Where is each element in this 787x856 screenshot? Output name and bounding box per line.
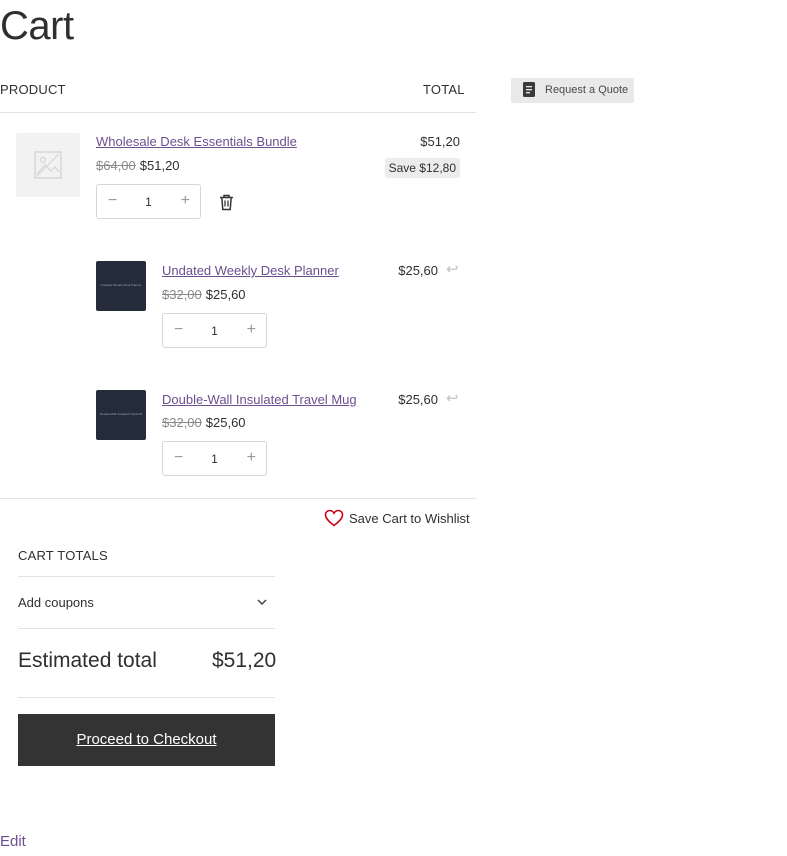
cart-item-bundle: Wholesale Desk Essentials Bundle $64,00 $…	[0, 113, 476, 231]
page-title: Cart	[0, 4, 74, 48]
sale-price: $25,60	[205, 415, 246, 430]
estimated-total-value: $51,20	[212, 649, 277, 672]
coupons-divider	[18, 628, 275, 629]
total-column-header: TOTAL	[423, 82, 465, 97]
cart-item-planner: Undated Weekly Desk Planner Undated Week…	[0, 250, 476, 360]
product-image-caption: Double-Wall Insulated Travel Mug	[100, 412, 142, 416]
request-quote-label: Request a Quote	[545, 84, 629, 96]
request-quote-button[interactable]: Request a Quote	[511, 78, 634, 103]
product-image[interactable]: Undated Weekly Desk Planner	[96, 261, 146, 311]
increase-quantity-button[interactable]: +	[247, 321, 256, 339]
sale-price: $51,20	[139, 158, 180, 173]
product-link[interactable]: Undated Weekly Desk Planner	[162, 263, 339, 278]
product-price: $64,00 $51,20	[96, 158, 180, 173]
quantity-stepper: − 1 +	[96, 184, 201, 219]
product-price: $32,00 $25,60	[162, 415, 246, 430]
line-total: $25,60	[398, 392, 438, 407]
product-image-caption: Undated Weekly Desk Planner	[100, 283, 142, 287]
line-total: $25,60	[398, 263, 438, 278]
line-total: $51,20	[420, 134, 460, 149]
totals-divider	[18, 576, 275, 577]
original-price: $64,00	[96, 158, 136, 173]
increase-quantity-button[interactable]: +	[181, 192, 190, 210]
edit-link[interactable]: Edit	[0, 833, 26, 850]
product-image-placeholder[interactable]	[16, 133, 80, 197]
original-price: $32,00	[162, 415, 202, 430]
increase-quantity-button[interactable]: +	[247, 449, 256, 467]
quantity-stepper: − 1 +	[162, 313, 267, 348]
table-footer-divider	[0, 498, 476, 499]
image-placeholder-icon	[34, 151, 62, 179]
save-cart-to-wishlist-button[interactable]: Save Cart to Wishlist	[324, 509, 470, 527]
estimated-divider	[18, 697, 275, 698]
heart-icon	[324, 509, 344, 527]
product-price: $32,00 $25,60	[162, 287, 246, 302]
cart-item-mug: Double-Wall Insulated Travel Mug Double-…	[0, 379, 476, 489]
savings-badge: Save $12,80	[384, 158, 460, 178]
document-icon	[523, 82, 535, 97]
bundled-item-return-arrow-icon: ↩	[446, 261, 459, 278]
product-column-header: PRODUCT	[0, 82, 66, 97]
product-image[interactable]: Double-Wall Insulated Travel Mug	[96, 390, 146, 440]
proceed-to-checkout-button[interactable]: Proceed to Checkout	[18, 714, 275, 766]
product-link[interactable]: Wholesale Desk Essentials Bundle	[96, 134, 297, 149]
trash-icon[interactable]	[219, 194, 234, 211]
sale-price: $25,60	[205, 287, 246, 302]
bundled-item-return-arrow-icon: ↩	[446, 390, 459, 407]
cart-totals-heading: CART TOTALS	[18, 548, 108, 563]
product-link[interactable]: Double-Wall Insulated Travel Mug	[162, 392, 357, 407]
wishlist-label: Save Cart to Wishlist	[349, 511, 470, 526]
add-coupons-toggle[interactable]: Add coupons	[18, 595, 94, 610]
quantity-stepper: − 1 +	[162, 441, 267, 476]
estimated-total-label: Estimated total	[18, 649, 157, 672]
original-price: $32,00	[162, 287, 202, 302]
chevron-down-icon[interactable]	[256, 598, 268, 606]
